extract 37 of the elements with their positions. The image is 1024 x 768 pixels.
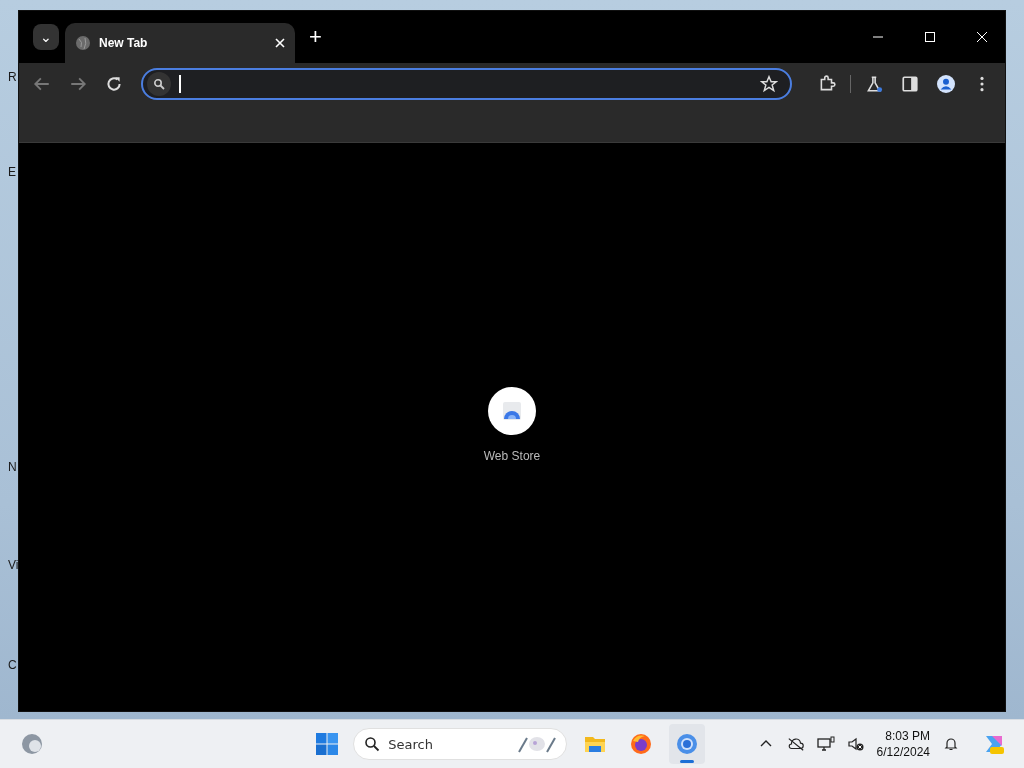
profile-avatar-icon[interactable] <box>937 75 955 93</box>
star-icon[interactable] <box>760 75 778 93</box>
desktop-icon-label: R <box>8 70 17 84</box>
text-cursor <box>179 75 181 93</box>
clock[interactable]: 8:03 PM 6/12/2024 <box>876 728 930 761</box>
side-panel-icon[interactable] <box>901 75 919 93</box>
shortcut-label: Web Store <box>483 449 541 463</box>
web-store-shortcut[interactable] <box>488 387 536 435</box>
monitor-icon[interactable] <box>816 736 835 753</box>
clock-time: 8:03 PM <box>885 728 930 745</box>
flask-icon[interactable] <box>865 75 883 93</box>
puzzle-icon[interactable] <box>818 75 836 93</box>
close-icon[interactable] <box>275 38 285 48</box>
back-icon[interactable] <box>33 75 51 93</box>
tab-search-button[interactable]: ⌄ <box>33 24 59 50</box>
clock-date: 6/12/2024 <box>876 744 930 761</box>
taskbar-search-field[interactable]: Search <box>353 728 568 761</box>
search-icon <box>153 78 165 90</box>
desktop-icon-label: N <box>8 460 17 474</box>
weather-icon[interactable] <box>20 732 44 757</box>
desktop-icon-label: Vi <box>8 558 19 572</box>
browser-tab[interactable]: New Tab <box>65 23 295 63</box>
forward-icon[interactable] <box>69 75 87 93</box>
address-bar[interactable] <box>141 68 792 100</box>
reload-icon[interactable] <box>105 75 123 93</box>
store-icon <box>500 399 524 423</box>
cloud-off-icon[interactable] <box>786 736 805 753</box>
bell-icon[interactable] <box>942 736 960 753</box>
new-tab-button[interactable]: + <box>301 24 330 50</box>
desktop-icon-label: E <box>8 165 16 179</box>
globe-icon <box>75 35 91 51</box>
browser-app-icon[interactable] <box>669 724 706 765</box>
search-icon <box>364 736 381 753</box>
windows-start-icon[interactable] <box>315 732 340 757</box>
tab-title: New Tab <box>99 36 149 50</box>
desktop-icon-label: C <box>8 658 17 672</box>
speaker-muted-icon[interactable] <box>846 736 865 753</box>
